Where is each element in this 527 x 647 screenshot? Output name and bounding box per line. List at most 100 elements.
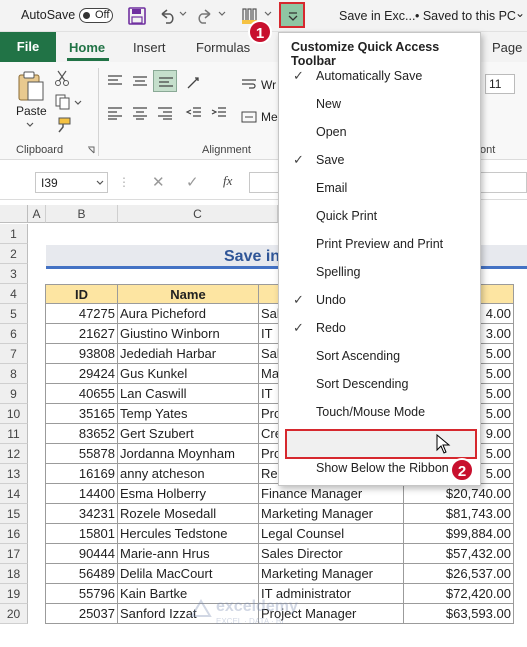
name-box-dropdown-icon[interactable] [96, 180, 104, 186]
table-cell-id[interactable]: 56489 [46, 564, 118, 584]
spelling-dropdown-icon[interactable] [264, 11, 272, 17]
row-header[interactable]: 8 [0, 364, 28, 384]
cut-icon[interactable] [55, 70, 69, 86]
orientation-icon[interactable] [185, 74, 203, 90]
row-header[interactable]: 20 [0, 604, 28, 624]
row-header[interactable]: 11 [0, 424, 28, 444]
increase-indent-icon[interactable] [210, 106, 228, 120]
row-header[interactable]: 14 [0, 484, 28, 504]
header-cell-name[interactable]: Name [118, 284, 259, 304]
table-cell-id[interactable]: 90444 [46, 544, 118, 564]
menu-item-open[interactable]: Open [279, 118, 480, 146]
font-size-box[interactable]: 11 [485, 74, 515, 94]
menu-item-print-preview-and-print[interactable]: Print Preview and Print [279, 230, 480, 258]
row-header[interactable]: 9 [0, 384, 28, 404]
menu-item-touch-mouse-mode[interactable]: Touch/Mouse Mode [279, 398, 480, 426]
menu-item-new[interactable]: New [279, 90, 480, 118]
row-header[interactable]: 16 [0, 524, 28, 544]
undo-icon[interactable] [157, 7, 177, 25]
table-cell-salary[interactable]: $26,537.00 [404, 564, 514, 584]
customize-qat-button[interactable] [279, 2, 305, 28]
table-cell-salary[interactable]: $99,884.00 [404, 524, 514, 544]
table-cell-name[interactable]: Jordanna Moynham [118, 444, 259, 464]
insert-function-icon[interactable]: fx [223, 173, 232, 189]
row-header[interactable]: 10 [0, 404, 28, 424]
format-painter-icon[interactable] [55, 117, 71, 133]
table-cell-name[interactable]: Gert Szubert [118, 424, 259, 444]
menu-item-redo[interactable]: ✓ Redo [279, 314, 480, 342]
table-cell-name[interactable]: Gus Kunkel [118, 364, 259, 384]
menu-item-email[interactable]: Email [279, 174, 480, 202]
enter-icon[interactable]: ✓ [186, 173, 199, 191]
row-header[interactable]: 1 [0, 224, 28, 244]
tab-file[interactable]: File [0, 32, 56, 62]
row-header[interactable]: 15 [0, 504, 28, 524]
table-cell-name[interactable]: Temp Yates [118, 404, 259, 424]
table-cell-designation[interactable]: Finance Manager [259, 484, 404, 504]
wrap-text-label[interactable]: Wr [261, 78, 276, 92]
row-header[interactable]: 19 [0, 584, 28, 604]
table-cell-salary[interactable]: $72,420.00 [404, 584, 514, 604]
table-cell-id[interactable]: 16169 [46, 464, 118, 484]
tab-formulas[interactable]: Formulas [196, 40, 250, 55]
table-cell-id[interactable]: 15801 [46, 524, 118, 544]
menu-item-save[interactable]: ✓ Save [279, 146, 480, 174]
table-cell-salary[interactable]: $20,740.00 [404, 484, 514, 504]
menu-item-automatically-save[interactable]: ✓ Automatically Save [279, 62, 480, 90]
align-left-icon[interactable] [106, 106, 124, 120]
menu-item-quick-print[interactable]: Quick Print [279, 202, 480, 230]
paste-icon[interactable] [16, 70, 46, 102]
name-box[interactable]: I39 [35, 172, 108, 193]
table-cell-id[interactable]: 34231 [46, 504, 118, 524]
column-header-b[interactable]: B [46, 205, 118, 223]
table-cell-designation[interactable]: Sales Director [259, 544, 404, 564]
table-cell-name[interactable]: Giustino Winborn [118, 324, 259, 344]
align-right-icon[interactable] [156, 106, 174, 120]
merge-center-label[interactable]: Me [261, 110, 278, 124]
menu-item-undo[interactable]: ✓ Undo [279, 286, 480, 314]
copy-icon[interactable] [55, 94, 71, 110]
merge-center-icon[interactable] [240, 110, 258, 124]
table-cell-id[interactable]: 40655 [46, 384, 118, 404]
save-icon[interactable] [128, 7, 146, 25]
select-all-corner[interactable] [0, 205, 28, 223]
column-header-a[interactable]: A [28, 205, 46, 223]
table-cell-name[interactable]: anny atcheson [118, 464, 259, 484]
table-cell-designation[interactable]: Marketing Manager [259, 504, 404, 524]
table-cell-id[interactable]: 93808 [46, 344, 118, 364]
table-cell-id[interactable]: 21627 [46, 324, 118, 344]
save-status-dropdown-icon[interactable]: ⌄ [515, 6, 525, 20]
header-cell-id[interactable]: ID [46, 284, 118, 304]
table-cell-designation[interactable]: Marketing Manager [259, 564, 404, 584]
table-cell-designation[interactable]: Legal Counsel [259, 524, 404, 544]
row-header[interactable]: 17 [0, 544, 28, 564]
row-header[interactable]: 3 [0, 264, 28, 284]
autosave-toggle[interactable]: Off [79, 8, 113, 23]
table-cell-name[interactable]: Lan Caswill [118, 384, 259, 404]
table-cell-id[interactable]: 25037 [46, 604, 118, 624]
align-middle-icon[interactable] [131, 74, 149, 88]
table-cell-salary[interactable]: $57,432.00 [404, 544, 514, 564]
tab-home[interactable]: Home [69, 40, 105, 55]
row-header[interactable]: 2 [0, 244, 28, 264]
clipboard-launcher-icon[interactable] [87, 146, 95, 154]
table-cell-name[interactable]: Aura Picheford [118, 304, 259, 324]
table-cell-id[interactable]: 29424 [46, 364, 118, 384]
copy-dropdown-icon[interactable] [74, 100, 82, 106]
redo-dropdown-icon[interactable] [218, 11, 226, 17]
paste-label[interactable]: Paste [16, 104, 47, 118]
align-bottom-button[interactable] [153, 70, 177, 92]
row-header[interactable]: 18 [0, 564, 28, 584]
row-header[interactable]: 12 [0, 444, 28, 464]
row-header[interactable]: 5 [0, 304, 28, 324]
document-title[interactable]: Save in Exc... [339, 9, 415, 23]
menu-item-sort-descending[interactable]: Sort Descending [279, 370, 480, 398]
menu-item-spelling[interactable]: Spelling [279, 258, 480, 286]
table-cell-name[interactable]: Rozele Mosedall [118, 504, 259, 524]
row-header[interactable]: 6 [0, 324, 28, 344]
table-cell-id[interactable]: 55796 [46, 584, 118, 604]
align-center-icon[interactable] [131, 106, 149, 120]
table-cell-name[interactable]: Hercules Tedstone [118, 524, 259, 544]
row-header[interactable]: 7 [0, 344, 28, 364]
wrap-text-icon[interactable] [240, 78, 258, 92]
